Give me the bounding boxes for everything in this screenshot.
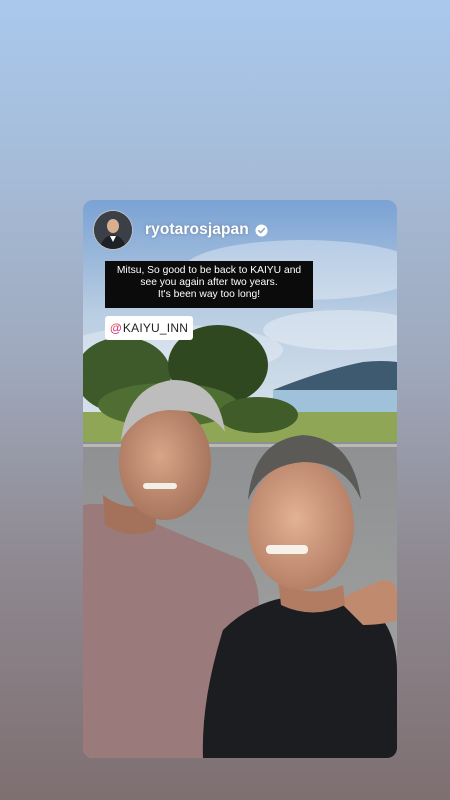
- caption-box: Mitsu, So good to be back to KAIYU and s…: [105, 261, 313, 308]
- mention-label: KAIYU_INN: [122, 321, 189, 335]
- caption-line: see you again after two years.: [140, 277, 278, 288]
- at-sign-icon: @: [110, 321, 122, 335]
- story-header: ryotarosjapan: [93, 210, 268, 250]
- profile-avatar[interactable]: [93, 210, 133, 250]
- caption-line: It's been way too long!: [157, 289, 261, 300]
- story-card[interactable]: ryotarosjapan Mitsu, So good to be back …: [83, 200, 397, 758]
- username[interactable]: ryotarosjapan: [145, 221, 249, 239]
- caption-line: Mitsu, So good to be back to KAIYU and: [116, 265, 302, 276]
- mention-sticker[interactable]: @ KAIYU_INN: [105, 316, 194, 340]
- verified-badge-icon: [255, 224, 268, 237]
